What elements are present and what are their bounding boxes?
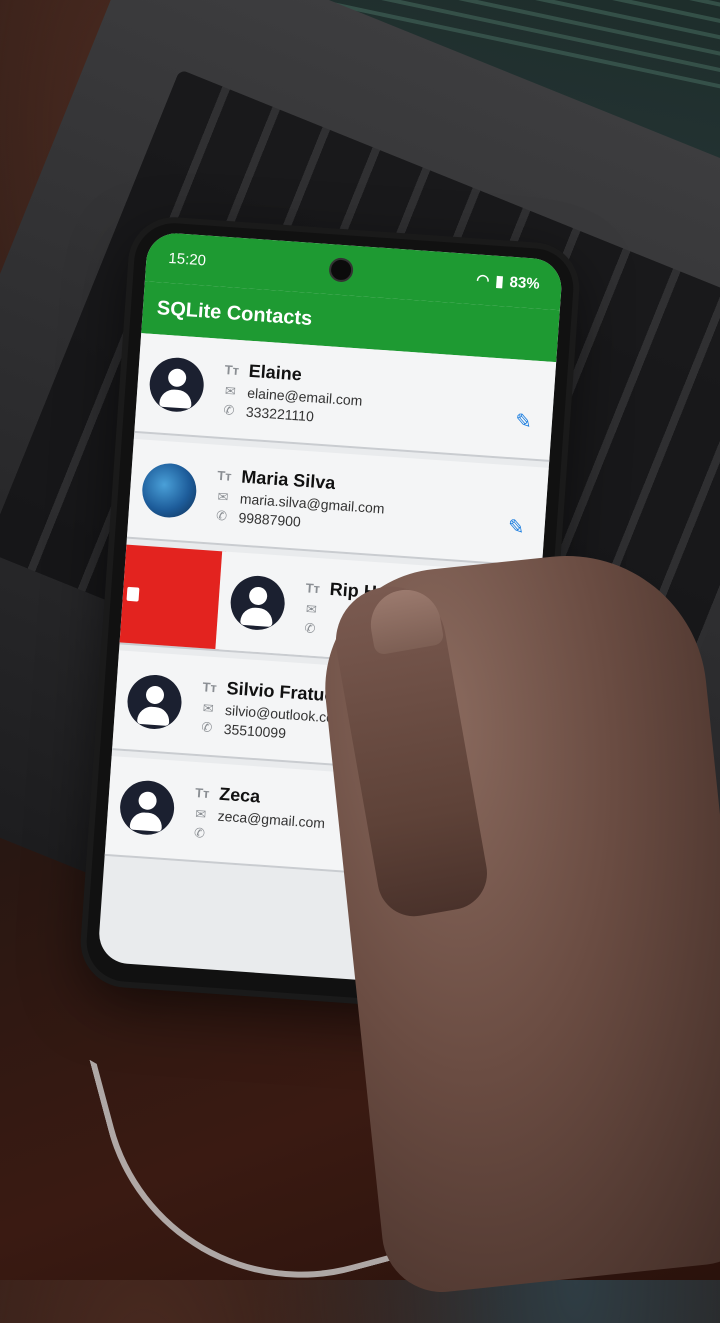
contact-phone: 333221110 (245, 403, 315, 424)
avatar (147, 355, 206, 414)
text-size-icon: Tт (224, 361, 240, 378)
delete-swipe-background[interactable] (119, 544, 227, 650)
phone-icon: ✆ (304, 619, 317, 636)
phone-icon: ✆ (215, 507, 228, 524)
avatar (125, 673, 184, 731)
envelope-icon: ✉ (194, 805, 207, 822)
contact-phone: 99887900 (238, 508, 302, 530)
contact-name: Zeca (218, 783, 261, 807)
phone-icon: ✆ (193, 824, 206, 841)
battery-percent: 83% (509, 273, 541, 293)
signal-icon: ▮ (494, 272, 505, 291)
envelope-icon: ✉ (217, 488, 229, 505)
status-icons: ◠ ▮ 83% (476, 270, 540, 292)
trash-icon[interactable] (126, 586, 140, 602)
contact-name: Elaine (248, 360, 303, 384)
phone-icon: ✆ (200, 718, 213, 735)
contact-phone: 35510099 (223, 720, 287, 741)
avatar (228, 574, 287, 632)
avatar-photo (140, 461, 199, 520)
envelope-icon: ✉ (305, 600, 318, 617)
envelope-icon: ✉ (202, 699, 215, 716)
wifi-icon: ◠ (475, 271, 490, 290)
text-size-icon: Tт (202, 678, 218, 695)
avatar (118, 778, 176, 837)
pencil-icon[interactable]: ✎ (514, 408, 532, 434)
front-camera (328, 257, 354, 283)
text-size-icon: Tт (305, 579, 321, 596)
app-title: SQLite Contacts (156, 296, 313, 330)
text-size-icon: Tт (216, 467, 233, 484)
contact-name: Maria Silva (240, 466, 337, 493)
pencil-icon[interactable]: ✎ (507, 514, 525, 540)
phone-icon: ✆ (223, 401, 236, 418)
text-size-icon: Tт (194, 784, 210, 801)
status-time: 15:20 (167, 249, 207, 269)
envelope-icon: ✉ (224, 382, 237, 399)
